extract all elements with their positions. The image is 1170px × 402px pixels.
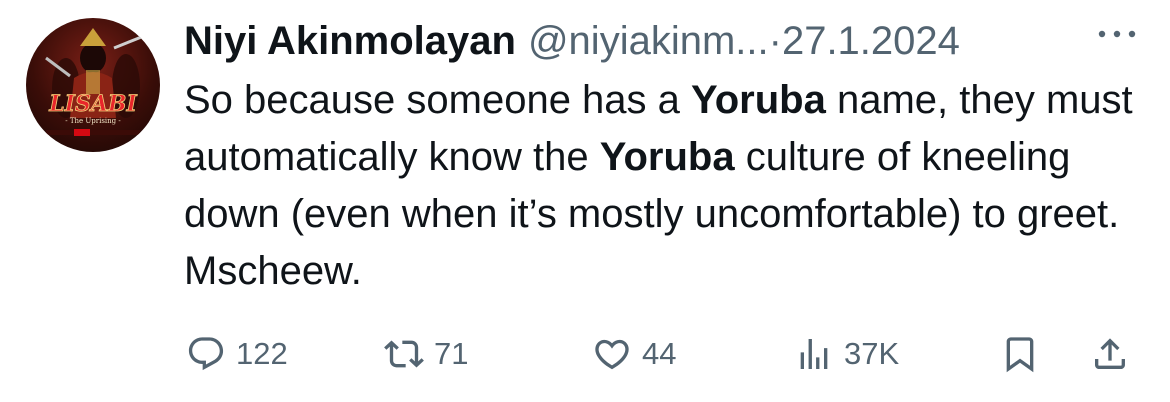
bookmark-icon — [1006, 337, 1034, 373]
share-button[interactable] — [1090, 326, 1130, 382]
avatar[interactable]: LISABI - The Uprising - — [26, 18, 160, 152]
tweet[interactable]: LISABI - The Uprising - Niyi Akinmolayan… — [0, 0, 1170, 402]
avatar-logo-subtitle: - The Uprising - — [65, 117, 121, 125]
bookmark-button[interactable] — [1000, 326, 1040, 382]
retweet-arrows-icon — [384, 340, 424, 368]
tweet-header: Niyi Akinmolayan @niyiakinm...·27.1.2024 — [184, 16, 1144, 66]
avatar-logo-title: LISABI — [48, 91, 137, 117]
author-display-name[interactable]: Niyi Akinmolayan — [184, 19, 516, 63]
retweet-button[interactable]: 71 — [384, 326, 468, 382]
reply-button[interactable]: 122 — [186, 326, 288, 382]
views-count: 37K — [844, 336, 900, 371]
avatar-image: LISABI - The Uprising - — [45, 28, 145, 136]
bar-chart-icon — [800, 339, 828, 369]
author-handle[interactable]: @niyiakinm... — [528, 19, 769, 63]
tweet-text-segment: So because someone has a — [184, 78, 692, 122]
more-horizontal-icon[interactable] — [1094, 22, 1140, 46]
reply-bubble-icon — [188, 337, 224, 371]
header-separator: · — [768, 19, 782, 63]
like-button[interactable]: 44 — [592, 326, 676, 382]
like-count: 44 — [642, 336, 677, 371]
share-upload-icon — [1095, 338, 1125, 369]
views-button[interactable]: 37K — [794, 326, 899, 382]
tweet-date[interactable]: 27.1.2024 — [782, 19, 960, 63]
heart-icon — [595, 339, 629, 370]
tweet-text-keyword: Yoruba — [691, 78, 826, 122]
tweet-text-keyword: Yoruba — [599, 135, 735, 179]
tweet-actions: 122 71 44 37K — [0, 326, 1170, 382]
retweet-count: 71 — [434, 336, 469, 371]
tweet-text: So because someone has a Yoruba name, th… — [184, 72, 1144, 300]
reply-count: 122 — [236, 336, 288, 371]
